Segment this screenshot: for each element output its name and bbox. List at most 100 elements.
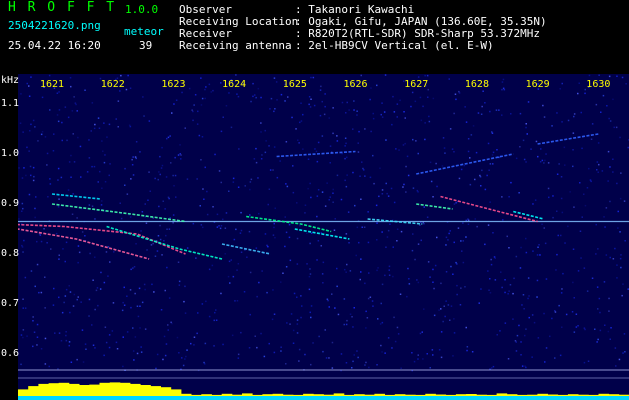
noise-speck bbox=[432, 97, 435, 100]
noise-speck bbox=[396, 240, 398, 242]
noise-speck bbox=[417, 243, 420, 245]
noise-speck bbox=[502, 219, 504, 221]
level-bar bbox=[303, 393, 314, 396]
noise-speck bbox=[208, 315, 211, 318]
meteor-label: meteor bbox=[124, 25, 164, 38]
noise-speck bbox=[91, 324, 93, 326]
noise-speck bbox=[119, 90, 121, 92]
noise-speck bbox=[572, 132, 575, 134]
noise-speck bbox=[544, 159, 546, 162]
noise-speck bbox=[105, 251, 108, 253]
noise-speck bbox=[524, 334, 526, 337]
noise-speck bbox=[237, 186, 240, 188]
noise-speck bbox=[253, 158, 256, 160]
noise-speck bbox=[496, 334, 498, 336]
noise-speck bbox=[212, 206, 214, 208]
noise-speck bbox=[587, 360, 590, 362]
noise-speck bbox=[265, 140, 267, 142]
noise-speck bbox=[68, 285, 70, 287]
noise-speck bbox=[597, 142, 600, 144]
noise-speck bbox=[567, 225, 569, 228]
noise-speck bbox=[521, 365, 524, 367]
noise-speck bbox=[516, 334, 519, 337]
noise-speck bbox=[404, 142, 406, 145]
noise-speck bbox=[525, 251, 528, 254]
noise-speck bbox=[509, 284, 512, 286]
noise-speck bbox=[378, 195, 380, 198]
noise-speck bbox=[527, 101, 530, 103]
noise-speck bbox=[594, 328, 596, 330]
noise-speck bbox=[144, 203, 146, 205]
noise-speck bbox=[74, 102, 77, 104]
noise-speck bbox=[459, 304, 462, 306]
noise-speck bbox=[144, 328, 147, 330]
noise-speck bbox=[345, 323, 348, 326]
noise-speck bbox=[441, 165, 444, 167]
noise-speck bbox=[388, 269, 390, 271]
noise-speck bbox=[200, 104, 203, 106]
noise-speck bbox=[381, 102, 383, 104]
noise-speck bbox=[122, 336, 124, 338]
level-bar bbox=[313, 394, 324, 396]
noise-speck bbox=[44, 307, 46, 309]
noise-speck bbox=[580, 257, 582, 259]
noise-speck bbox=[237, 95, 240, 98]
noise-speck bbox=[104, 154, 106, 156]
noise-speck bbox=[134, 156, 137, 158]
noise-speck bbox=[41, 96, 44, 99]
noise-speck bbox=[299, 121, 301, 124]
noise-speck bbox=[166, 228, 168, 230]
noise-speck bbox=[492, 151, 495, 154]
noise-speck bbox=[381, 283, 384, 286]
noise-speck bbox=[58, 254, 60, 256]
noise-speck bbox=[549, 335, 551, 338]
noise-speck bbox=[184, 285, 186, 288]
noise-speck bbox=[376, 269, 378, 272]
noise-speck bbox=[301, 305, 303, 307]
noise-speck bbox=[428, 120, 431, 123]
noise-speck bbox=[309, 182, 311, 185]
noise-speck bbox=[562, 272, 564, 275]
noise-speck bbox=[318, 335, 320, 338]
noise-speck bbox=[458, 177, 461, 180]
noise-speck bbox=[204, 342, 207, 345]
noise-speck bbox=[577, 270, 580, 272]
noise-speck bbox=[117, 100, 120, 102]
noise-speck bbox=[578, 82, 580, 84]
timestamp: 25.04.22 16:20 bbox=[8, 39, 101, 52]
noise-speck bbox=[345, 271, 347, 273]
level-bar bbox=[323, 394, 335, 396]
noise-speck bbox=[547, 187, 550, 190]
level-strip bbox=[18, 396, 629, 400]
noise-speck bbox=[26, 335, 28, 337]
noise-speck bbox=[289, 259, 292, 262]
noise-speck bbox=[597, 248, 599, 250]
noise-speck bbox=[445, 236, 448, 239]
level-bar bbox=[119, 382, 131, 396]
noise-speck bbox=[369, 176, 372, 179]
noise-speck bbox=[373, 182, 375, 185]
noise-speck bbox=[598, 74, 600, 76]
noise-speck bbox=[176, 336, 179, 339]
noise-speck bbox=[93, 127, 96, 130]
noise-speck bbox=[212, 89, 214, 92]
noise-speck bbox=[491, 132, 494, 134]
noise-speck bbox=[20, 93, 22, 95]
noise-speck bbox=[77, 245, 80, 247]
noise-speck bbox=[216, 213, 219, 216]
noise-speck bbox=[465, 236, 467, 238]
noise-speck bbox=[455, 202, 457, 204]
noise-speck bbox=[467, 138, 470, 140]
noise-speck bbox=[527, 297, 529, 300]
noise-speck bbox=[298, 142, 300, 144]
noise-speck bbox=[179, 144, 181, 146]
noise-speck bbox=[324, 329, 326, 331]
noise-speck bbox=[310, 363, 312, 366]
noise-speck bbox=[310, 305, 313, 307]
noise-speck bbox=[300, 295, 302, 297]
noise-speck bbox=[324, 105, 326, 108]
noise-speck bbox=[492, 365, 495, 368]
noise-speck bbox=[426, 353, 428, 355]
noise-speck bbox=[377, 318, 379, 320]
noise-speck bbox=[142, 96, 144, 98]
